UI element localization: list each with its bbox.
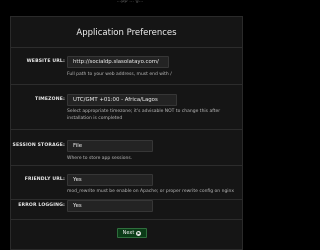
friendly-url-help: mod_rewrite must be enable on Apache; or… — [67, 189, 235, 194]
header-fragment: ...pp ... g... — [116, 0, 144, 3]
divider — [11, 165, 242, 166]
session-storage-label: SESSION STORAGE: — [12, 143, 65, 148]
title-divider — [11, 47, 242, 48]
session-storage-help: Where to store app sessions. — [67, 156, 133, 161]
panel-title: Application Preferences — [76, 28, 177, 38]
timezone-help: Select appropriate timezone; it's advisa… — [67, 109, 221, 121]
website-url-label: WEBSITE URL: — [26, 59, 65, 64]
timezone-label: TIMEZONE: — [35, 97, 65, 102]
session-storage-select[interactable]: File — [67, 140, 153, 152]
website-url-help: Full path to your web address, must end … — [67, 72, 172, 77]
divider — [11, 129, 242, 130]
divider — [11, 84, 242, 85]
website-url-input[interactable]: http://socialdp.slasolatayo.com/ — [67, 56, 169, 68]
error-logging-label: ERROR LOGGING: — [18, 203, 65, 208]
error-logging-select[interactable]: Yes — [67, 200, 153, 212]
preferences-panel: Application Preferences WEBSITE URL: htt… — [10, 16, 243, 250]
friendly-url-select[interactable]: Yes — [67, 174, 153, 186]
friendly-url-label: FRIENDLY URL: — [24, 177, 65, 182]
chevron-right-circle-icon: ▶ — [136, 230, 142, 236]
timezone-select[interactable]: UTC/GMT +01:00 - Africa/Lagos — [67, 94, 177, 106]
next-button-label: Next — [122, 230, 135, 236]
divider — [11, 219, 242, 220]
next-button[interactable]: Next ▶ — [117, 228, 147, 238]
